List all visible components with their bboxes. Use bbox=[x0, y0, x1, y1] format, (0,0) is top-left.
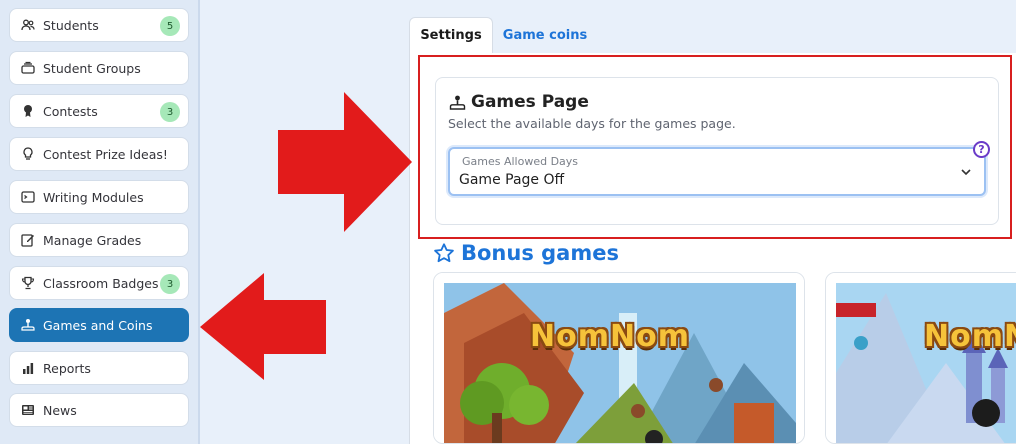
highlight-box bbox=[418, 55, 1012, 239]
sidebar-item-reports[interactable]: Reports bbox=[9, 351, 189, 385]
newspaper-icon bbox=[21, 403, 35, 417]
count-badge: 3 bbox=[160, 274, 180, 294]
tab-game-coins[interactable]: Game coins bbox=[500, 17, 590, 53]
bonus-games-heading: Bonus games bbox=[433, 241, 619, 265]
lightbulb-icon bbox=[21, 147, 35, 161]
sidebar-item-label: Manage Grades bbox=[43, 232, 142, 248]
arrow-right-icon bbox=[278, 92, 412, 232]
edit-icon bbox=[21, 233, 35, 247]
game-thumbnail bbox=[826, 273, 1016, 443]
bonus-games-title: Bonus games bbox=[461, 241, 619, 265]
sidebar-item-news[interactable]: News bbox=[9, 393, 189, 427]
sidebar-item-student-groups[interactable]: Student Groups bbox=[9, 51, 189, 85]
tab-settings[interactable]: Settings bbox=[409, 17, 493, 53]
game-logo: NomNom bbox=[530, 319, 690, 354]
count-badge: 3 bbox=[160, 102, 180, 122]
groups-icon bbox=[21, 61, 35, 75]
sidebar-item-label: News bbox=[43, 402, 77, 418]
sidebar-item-contest-prize-ideas[interactable]: Contest Prize Ideas! bbox=[9, 137, 189, 171]
game-logo: NomNom bbox=[924, 319, 1016, 354]
sidebar-item-label: Contest Prize Ideas! bbox=[43, 146, 168, 162]
bar-chart-icon bbox=[21, 361, 35, 375]
sidebar-item-students[interactable]: Students 5 bbox=[9, 8, 189, 42]
joystick-icon bbox=[21, 318, 35, 332]
sidebar-item-games-and-coins[interactable]: Games and Coins bbox=[9, 308, 189, 342]
sidebar-item-label: Games and Coins bbox=[43, 317, 153, 333]
terminal-icon bbox=[21, 190, 35, 204]
sidebar-item-label: Student Groups bbox=[43, 60, 141, 76]
arrow-left-icon bbox=[200, 273, 326, 380]
sidebar-item-label: Writing Modules bbox=[43, 189, 144, 205]
sidebar-item-label: Classroom Badges bbox=[43, 275, 159, 291]
sidebar: Students 5 Student Groups Contests 3 Con… bbox=[0, 0, 200, 444]
game-thumbnail bbox=[434, 273, 804, 443]
game-card-nomnom[interactable]: NomNom bbox=[433, 272, 805, 444]
star-icon bbox=[434, 243, 454, 263]
sidebar-item-classroom-badges[interactable]: Classroom Badges 3 bbox=[9, 266, 189, 300]
sidebar-item-contests[interactable]: Contests 3 bbox=[9, 94, 189, 128]
trophy-icon bbox=[21, 276, 35, 290]
sidebar-item-label: Contests bbox=[43, 103, 98, 119]
medal-icon bbox=[21, 104, 35, 118]
sidebar-item-writing-modules[interactable]: Writing Modules bbox=[9, 180, 189, 214]
sidebar-item-manage-grades[interactable]: Manage Grades bbox=[9, 223, 189, 257]
sidebar-item-label: Reports bbox=[43, 360, 91, 376]
game-card-nomnom-winter[interactable]: NomNom bbox=[825, 272, 1016, 444]
students-icon bbox=[21, 18, 35, 32]
sidebar-item-label: Students bbox=[43, 17, 99, 33]
count-badge: 5 bbox=[160, 16, 180, 36]
